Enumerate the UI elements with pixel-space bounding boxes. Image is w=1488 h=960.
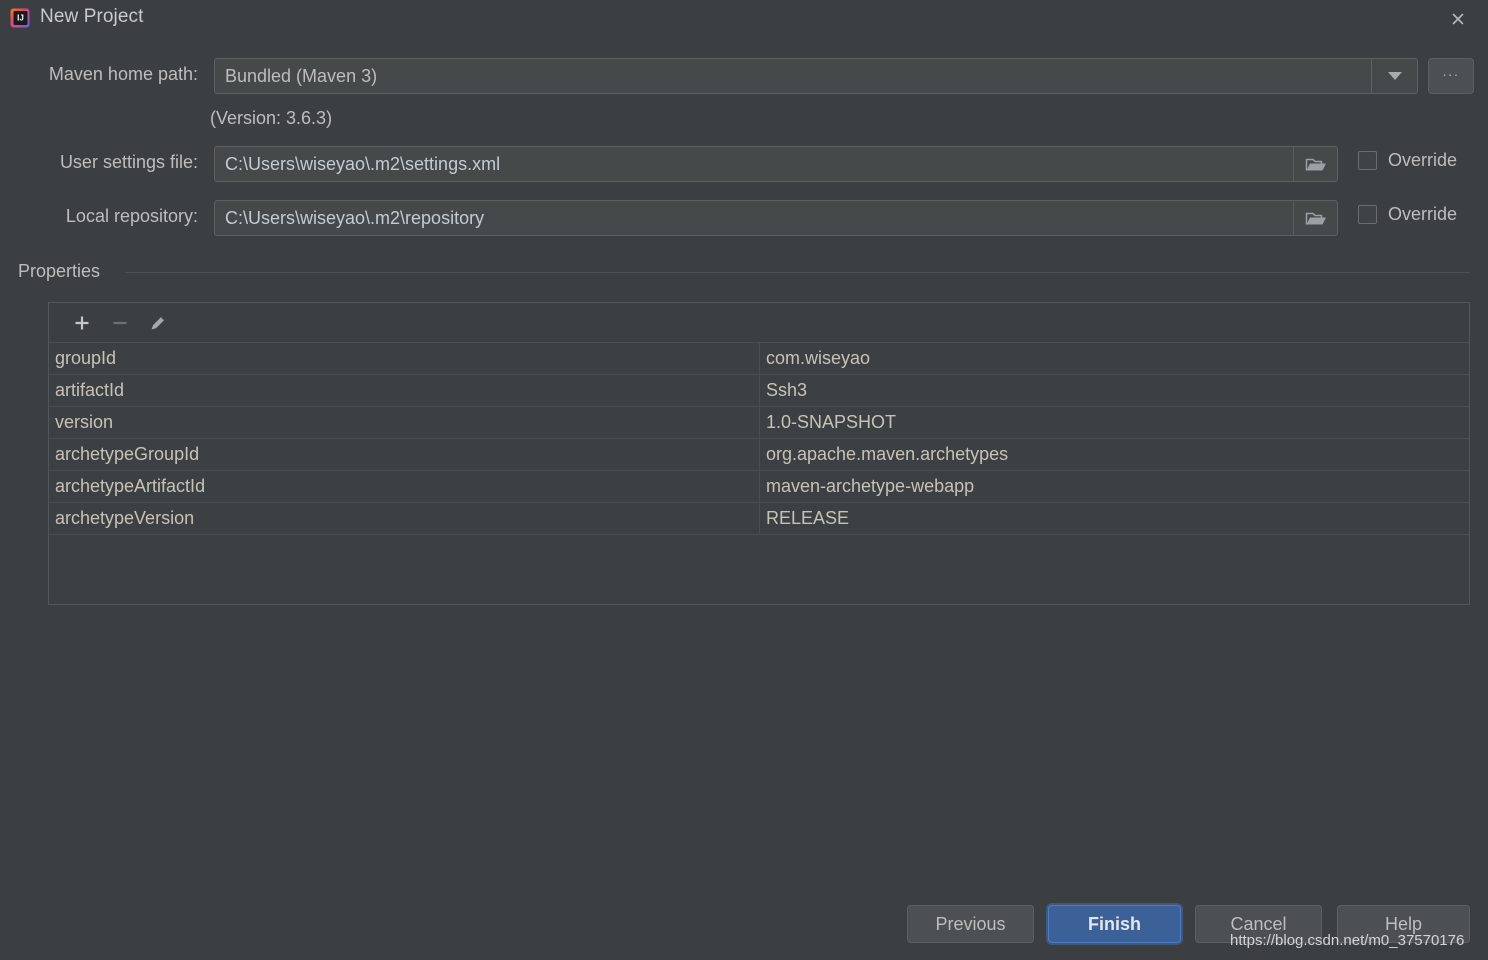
chevron-down-icon[interactable] xyxy=(1371,59,1417,93)
minus-icon xyxy=(101,308,139,338)
local-repository-override-checkbox[interactable]: Override xyxy=(1358,204,1457,225)
maven-home-browse-button[interactable]: ... xyxy=(1428,58,1474,94)
property-key: version xyxy=(49,407,760,438)
folder-icon[interactable] xyxy=(1293,147,1337,181)
properties-section-title: Properties xyxy=(18,261,101,281)
maven-home-path-combobox[interactable]: Bundled (Maven 3) xyxy=(214,58,1418,94)
property-value: com.wiseyao xyxy=(766,348,871,368)
user-settings-override-checkbox[interactable]: Override xyxy=(1358,150,1457,171)
properties-rows: groupId com.wiseyao artifactId Ssh3 vers… xyxy=(49,343,1469,535)
table-row[interactable]: version 1.0-SNAPSHOT xyxy=(49,407,1469,439)
previous-button[interactable]: Previous xyxy=(907,905,1034,943)
property-value: org.apache.maven.archetypes xyxy=(766,444,1009,464)
plus-icon[interactable] xyxy=(63,308,101,338)
table-row[interactable]: artifactId Ssh3 xyxy=(49,375,1469,407)
svg-text:IJ: IJ xyxy=(17,14,24,23)
override-label: Override xyxy=(1388,204,1458,224)
maven-version-note: (Version: 3.6.3) xyxy=(210,108,333,128)
maven-home-path-value: Bundled (Maven 3) xyxy=(225,65,378,86)
property-key: groupId xyxy=(49,343,760,374)
property-value: RELEASE xyxy=(766,508,850,528)
checkbox-box xyxy=(1358,151,1377,170)
intellij-idea-icon: IJ xyxy=(10,8,30,28)
table-row[interactable]: archetypeGroupId org.apache.maven.archet… xyxy=(49,439,1469,471)
properties-toolbar xyxy=(49,303,1469,343)
new-project-dialog: IJ New Project Maven home path: Bundled … xyxy=(0,0,1488,960)
property-key: archetypeVersion xyxy=(49,503,760,534)
folder-icon[interactable] xyxy=(1293,201,1337,235)
table-row[interactable]: archetypeVersion RELEASE xyxy=(49,503,1469,535)
close-icon[interactable] xyxy=(1442,4,1474,34)
local-repository-input[interactable]: C:\Users\wiseyao\.m2\repository xyxy=(214,200,1338,236)
user-settings-file-value: C:\Users\wiseyao\.m2\settings.xml xyxy=(225,153,501,174)
properties-table: groupId com.wiseyao artifactId Ssh3 vers… xyxy=(48,302,1470,605)
property-key: archetypeGroupId xyxy=(49,439,760,470)
user-settings-file-label: User settings file: xyxy=(59,152,198,172)
watermark-text: https://blog.csdn.net/m0_37570176 xyxy=(1230,932,1465,949)
dialog-titlebar: IJ New Project xyxy=(0,0,1488,38)
maven-home-path-label: Maven home path: xyxy=(48,64,198,84)
property-key: archetypeArtifactId xyxy=(49,471,760,502)
property-value: Ssh3 xyxy=(766,380,808,400)
table-row[interactable]: groupId com.wiseyao xyxy=(49,343,1469,375)
finish-button[interactable]: Finish xyxy=(1048,905,1181,943)
property-value: maven-archetype-webapp xyxy=(766,476,975,496)
local-repository-label: Local repository: xyxy=(65,206,198,226)
properties-separator xyxy=(125,272,1470,273)
dialog-title: New Project xyxy=(40,6,144,27)
local-repository-value: C:\Users\wiseyao\.m2\repository xyxy=(225,207,485,228)
property-value: 1.0-SNAPSHOT xyxy=(766,412,897,432)
property-key: artifactId xyxy=(49,375,760,406)
pencil-icon[interactable] xyxy=(139,308,177,338)
checkbox-box xyxy=(1358,205,1377,224)
override-label: Override xyxy=(1388,150,1458,170)
table-row[interactable]: archetypeArtifactId maven-archetype-weba… xyxy=(49,471,1469,503)
user-settings-file-input[interactable]: C:\Users\wiseyao\.m2\settings.xml xyxy=(214,146,1338,182)
